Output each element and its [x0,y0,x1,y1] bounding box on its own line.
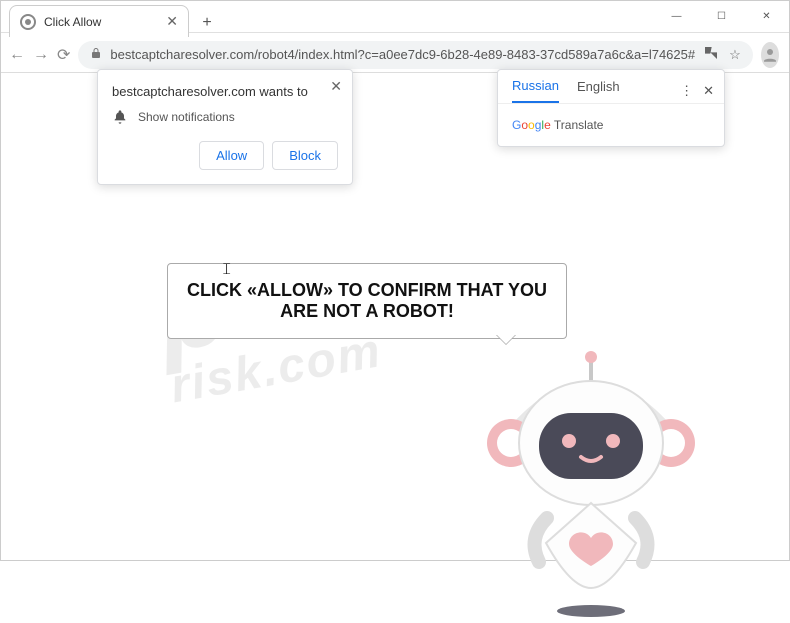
browser-tab[interactable]: Click Allow ✕ [9,5,189,37]
robot-illustration [461,343,721,623]
window-minimize-button[interactable]: — [654,1,699,33]
tab-favicon-icon [20,14,36,30]
permission-description: Show notifications [138,110,235,124]
tab-title: Click Allow [44,15,101,29]
text-cursor-icon: 𝙸 [221,261,232,279]
forward-button[interactable]: → [33,41,49,69]
reload-button[interactable]: ⟳ [57,41,70,69]
translate-tab-russian[interactable]: Russian [512,78,559,103]
translate-close-button[interactable]: ✕ [703,83,714,99]
back-button[interactable]: ← [9,41,25,69]
bell-icon [112,109,128,125]
translate-omnibox-icon[interactable] [703,45,719,64]
permission-close-button[interactable]: ✕ [330,78,342,95]
translate-tab-english[interactable]: English [577,79,620,102]
tab-close-button[interactable]: ✕ [166,13,178,30]
permission-site-label: bestcaptcharesolver.com wants to [112,84,338,99]
allow-button[interactable]: Allow [199,141,264,170]
notification-permission-dialog: ✕ bestcaptcharesolver.com wants to Show … [97,69,353,185]
window-maximize-button[interactable]: ☐ [699,1,744,33]
window-close-button[interactable]: ✕ [744,1,789,33]
speech-text: CLICK «ALLOW» TO CONFIRM THAT YOU ARE NO… [187,280,547,321]
bookmark-star-icon[interactable]: ☆ [729,47,741,63]
lock-icon [90,47,102,62]
address-bar[interactable]: bestcaptcharesolver.com/robot4/index.htm… [78,41,752,69]
url-text: bestcaptcharesolver.com/robot4/index.htm… [110,47,695,62]
translate-brand-label: Google Google TranslateTranslate [498,103,724,146]
browser-toolbar: ← → ⟳ bestcaptcharesolver.com/robot4/ind… [1,37,789,73]
profile-avatar-button[interactable] [761,42,779,68]
block-button[interactable]: Block [272,141,338,170]
translate-dialog: Russian English ⋮ ✕ Google Google Transl… [497,69,725,147]
new-tab-button[interactable]: + [193,9,221,37]
translate-menu-button[interactable]: ⋮ [680,83,693,99]
tab-strip: Click Allow ✕ + [1,1,221,37]
